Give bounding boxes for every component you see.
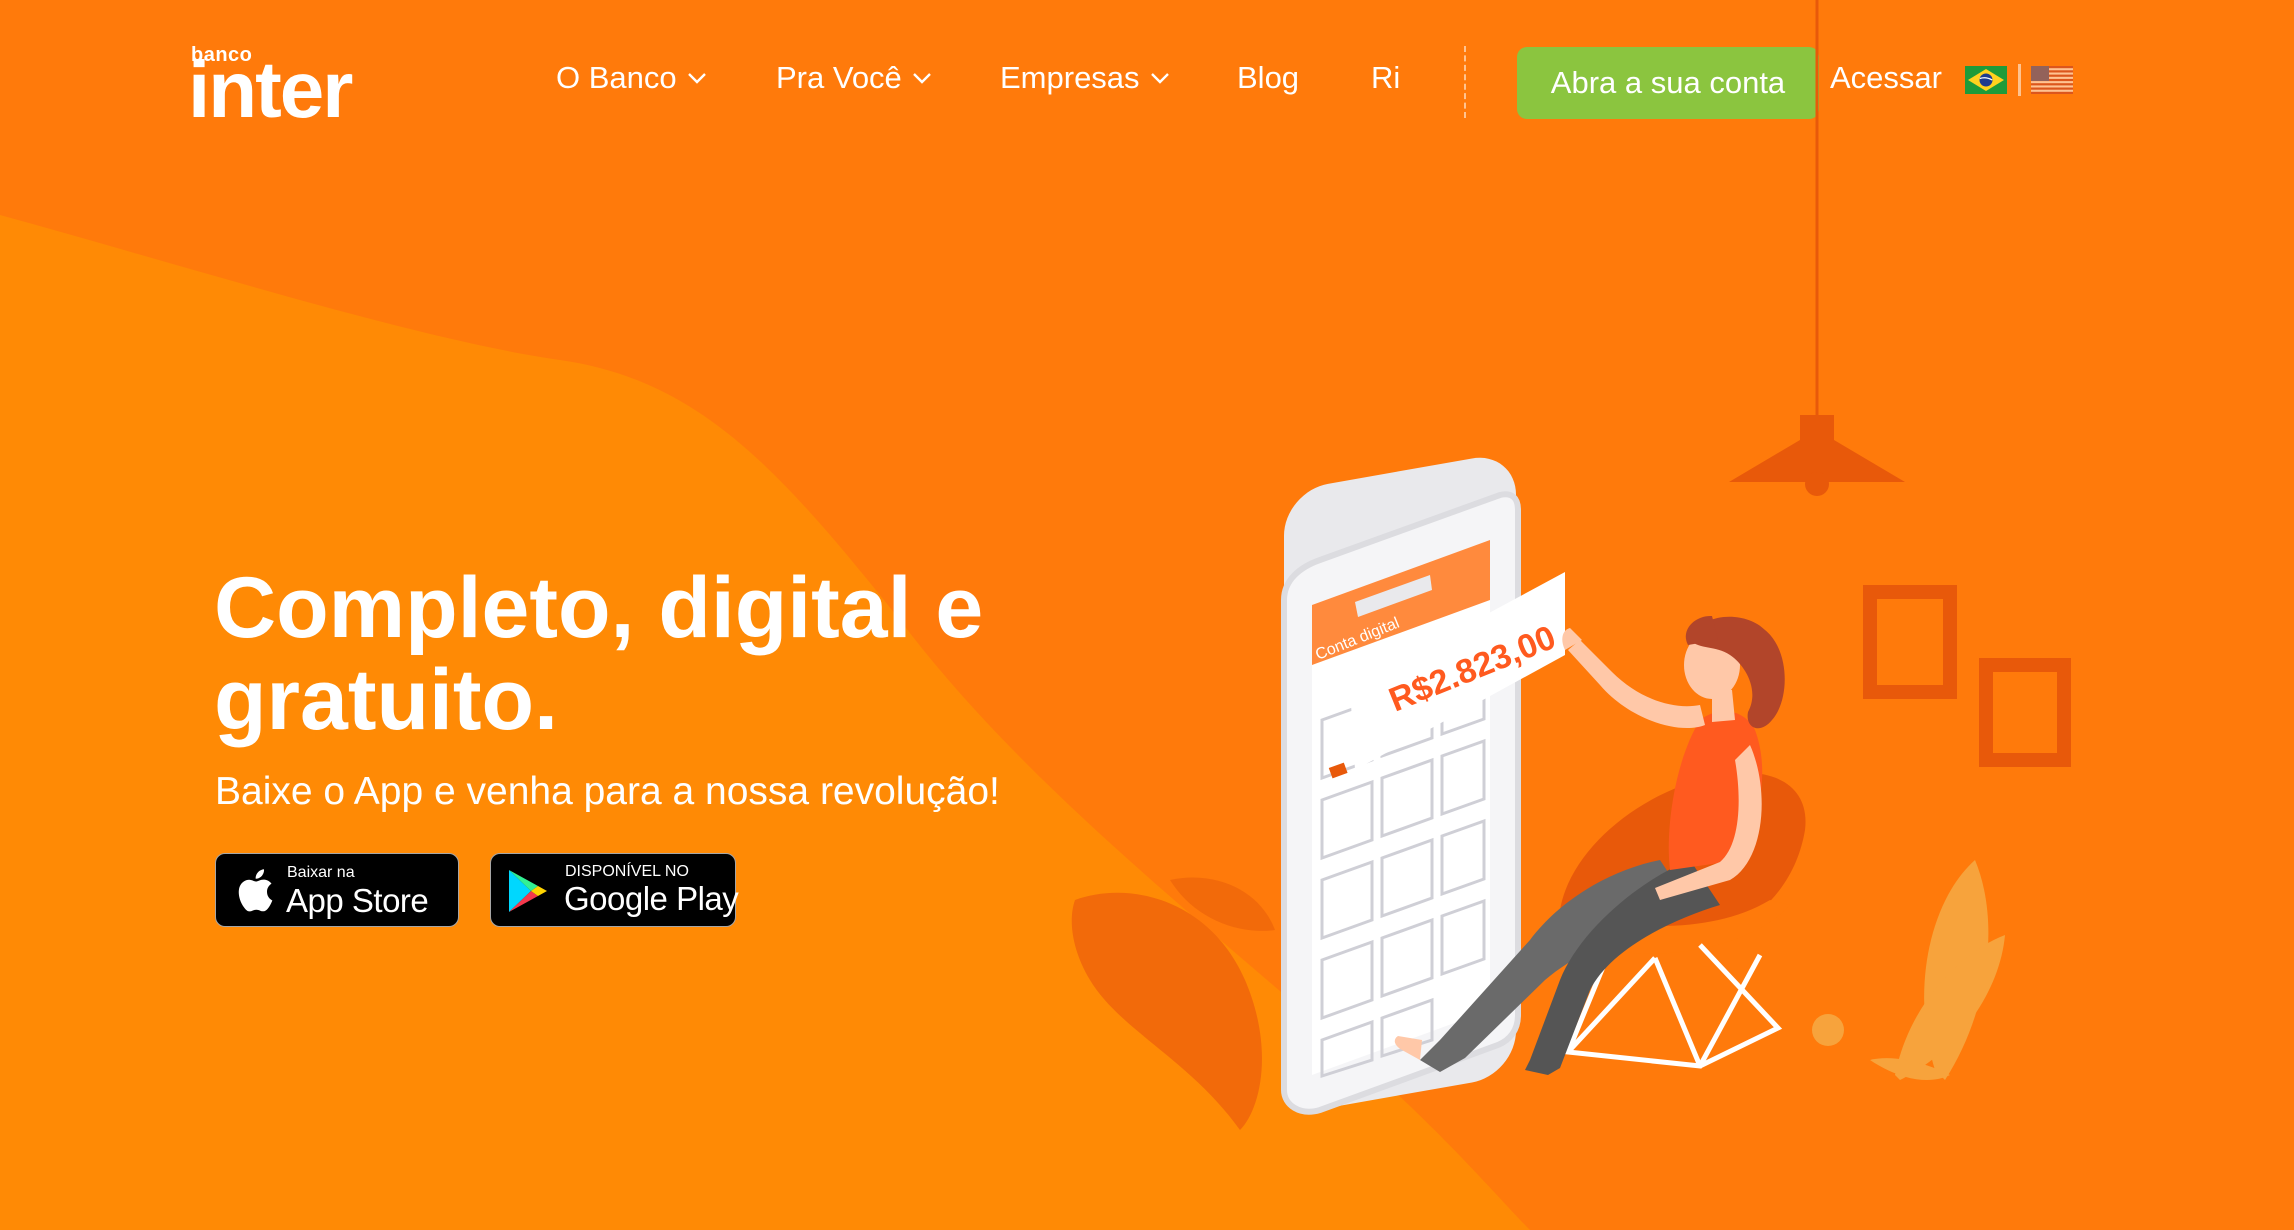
google-play-small-label: DISPONÍVEL NO: [565, 863, 689, 880]
chevron-down-icon: [687, 73, 706, 84]
hero-subtitle: Baixe o App e venha para a nossa revoluç…: [215, 770, 1000, 813]
plant-leaf-icon: [1071, 892, 1262, 1130]
chevron-down-icon: [912, 73, 931, 84]
google-play-button[interactable]: DISPONÍVEL NO Google Play: [490, 853, 739, 927]
nav-label: Pra Você: [776, 60, 902, 95]
lamp-icon: [1729, 415, 1905, 482]
wall-frame-icon: [1863, 585, 1957, 699]
app-store-button[interactable]: Baixar na App Store: [215, 853, 459, 927]
nav-item-o-banco[interactable]: O Banco: [556, 60, 707, 96]
wall-frame-icon: [1979, 658, 2071, 767]
hero-title: Completo, digital e gratuito.: [214, 560, 984, 748]
logo-main-text: inter: [188, 45, 353, 134]
nav-label: O Banco: [556, 60, 677, 95]
app-store-label: App Store: [286, 882, 429, 919]
google-play-icon: [509, 870, 547, 912]
apple-icon: [238, 869, 273, 912]
banco-inter-logo[interactable]: banco inter: [188, 44, 388, 130]
nav-item-pra-voce[interactable]: Pra Você: [776, 60, 932, 96]
app-store-small-label: Baixar na: [287, 864, 355, 881]
google-play-label: Google Play: [564, 880, 739, 917]
hero-illustration: R$2.823,00 Conta digital: [1071, 0, 2071, 1130]
